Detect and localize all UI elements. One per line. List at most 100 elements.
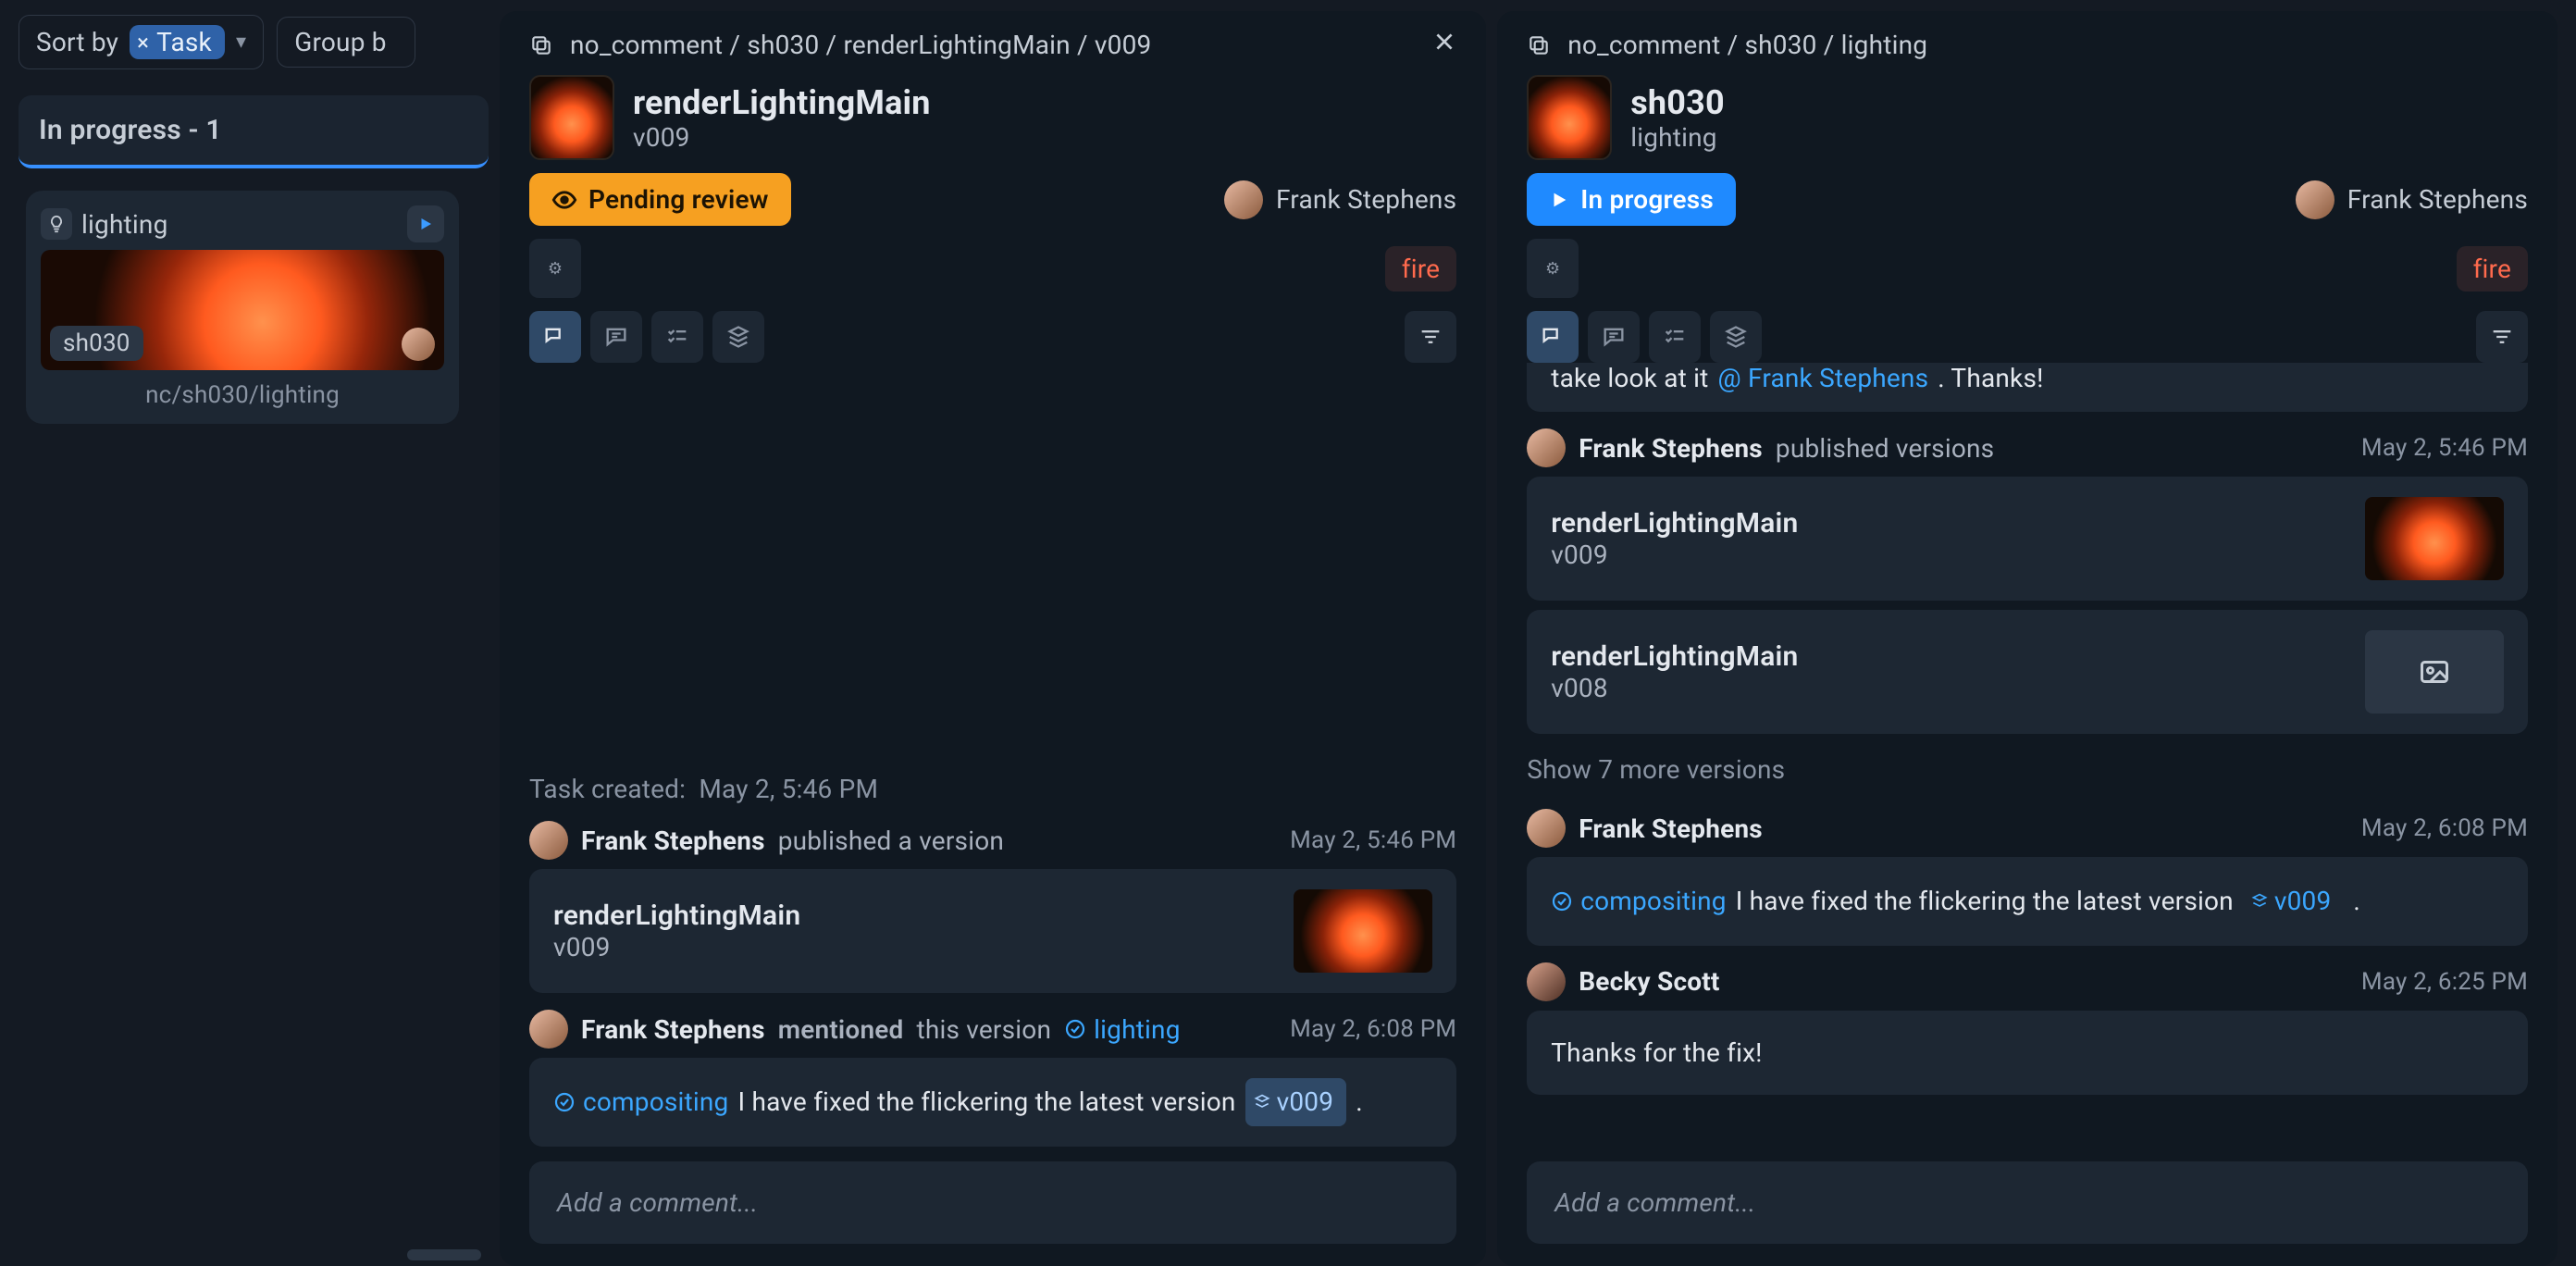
period: . [2353, 879, 2360, 924]
version-chip-label: v009 [1277, 1080, 1334, 1124]
task-chip-label: lighting [1094, 1014, 1181, 1045]
card-path: nc/sh030/lighting [41, 381, 444, 409]
filter-icon[interactable] [1405, 311, 1456, 363]
comment-input[interactable]: Add a comment... [1527, 1161, 2528, 1244]
event-user: Becky Scott [1579, 966, 1719, 997]
version-thumbnail-placeholder [2365, 630, 2504, 714]
status-pill-pending[interactable]: Pending review [529, 173, 791, 226]
task-created-label: Task created: May 2, 5:46 PM [529, 774, 1456, 804]
event-time: May 2, 5:46 PM [2361, 434, 2528, 462]
event-user: Frank Stephens [1579, 813, 1763, 844]
comment-text: I have fixed the flickering the latest v… [1736, 879, 2234, 924]
assignee[interactable]: Frank Stephens [1224, 180, 1456, 219]
card-task-label: lighting [81, 209, 168, 240]
comment-input[interactable]: Add a comment... [529, 1161, 1456, 1244]
board-column-header: In progress - 1 [19, 95, 489, 168]
comment-card: compositing I have fixed the flickering … [529, 1058, 1456, 1147]
period: . [1356, 1080, 1363, 1124]
task-chip-compositing[interactable]: compositing [1551, 879, 1727, 924]
status-label: In progress [1580, 184, 1714, 215]
event-verb-2: this version [917, 1014, 1052, 1045]
tag-fire[interactable]: fire [1385, 246, 1456, 292]
task-chip-label: compositing [1580, 879, 1727, 924]
version-chip-label: v009 [2274, 879, 2332, 924]
event-publish: Frank Stephens published a version May 2… [529, 821, 1456, 993]
avatar [529, 821, 568, 860]
event-time: May 2, 6:08 PM [2361, 814, 2528, 842]
task-card[interactable]: lighting sh030 nc/sh030/lighting [26, 191, 459, 424]
task-chip-label: compositing [583, 1080, 729, 1124]
gear-icon[interactable]: ⚙ [529, 239, 581, 298]
truncated-text: take look at it [1551, 363, 1708, 393]
tab-checklist[interactable] [651, 311, 703, 363]
event-comment: Becky Scott May 2, 6:25 PM Thanks for th… [1527, 962, 2528, 1096]
tab-comments[interactable] [1588, 311, 1640, 363]
entity-subtitle: v009 [633, 122, 931, 153]
tab-versions[interactable] [1710, 311, 1762, 363]
avatar [529, 1010, 568, 1049]
group-by-dropdown[interactable]: Group b [277, 17, 415, 68]
assignee[interactable]: Frank Stephens [2296, 180, 2528, 219]
tab-comments[interactable] [590, 311, 642, 363]
tag-fire[interactable]: fire [2457, 246, 2528, 292]
comment-text: I have fixed the flickering the latest v… [738, 1080, 1236, 1124]
event-user: Frank Stephens [1579, 433, 1763, 464]
status-label: Pending review [588, 184, 769, 215]
comment-placeholder: Add a comment... [1554, 1187, 1755, 1218]
sort-by-dropdown[interactable]: Sort by × Task ▾ [19, 15, 264, 69]
event-verb: published versions [1776, 433, 1994, 464]
tab-activity[interactable] [529, 311, 581, 363]
chevron-down-icon: ▾ [236, 31, 246, 54]
copy-path-icon[interactable] [529, 33, 553, 57]
copy-path-icon[interactable] [1527, 33, 1551, 57]
avatar [1224, 180, 1263, 219]
event-time: May 2, 6:25 PM [2361, 968, 2528, 996]
tab-versions[interactable] [712, 311, 764, 363]
activity-feed: take look at it @ Frank Stephens . Thank… [1497, 363, 2557, 1147]
version-card[interactable]: renderLightingMain v009 [1527, 477, 2528, 601]
avatar [1527, 428, 1566, 467]
truncated-after: . Thanks! [1938, 363, 2043, 393]
version-card[interactable]: renderLightingMain v008 [1527, 610, 2528, 734]
truncated-comment: take look at it @ Frank Stephens . Thank… [1527, 363, 2528, 412]
entity-title: sh030 [1630, 83, 1725, 122]
horizontal-scrollbar[interactable] [407, 1249, 481, 1260]
show-more-versions[interactable]: Show 7 more versions [1527, 751, 2528, 792]
sort-chip-label: Task [156, 27, 212, 57]
version-thumbnail [1294, 889, 1432, 973]
version-number: v009 [553, 932, 800, 962]
gear-icon[interactable]: ⚙ [1527, 239, 1579, 298]
play-icon[interactable] [407, 205, 444, 242]
comment-text: Thanks for the fix! [1551, 1031, 1762, 1075]
entity-thumbnail [529, 75, 614, 160]
version-chip[interactable]: v009 [2243, 877, 2345, 925]
assignee-name: Frank Stephens [1276, 184, 1456, 215]
sort-chip-task[interactable]: × Task [130, 25, 225, 59]
event-time: May 2, 5:46 PM [1290, 826, 1456, 854]
close-icon[interactable] [1432, 30, 1456, 60]
version-number: v008 [1551, 673, 1798, 703]
version-thumbnail [2365, 497, 2504, 580]
entity-title: renderLightingMain [633, 83, 931, 122]
filter-icon[interactable] [2476, 311, 2528, 363]
status-pill-inprogress[interactable]: In progress [1527, 173, 1736, 226]
task-chip-lighting[interactable]: lighting [1064, 1014, 1181, 1045]
version-card[interactable]: renderLightingMain v009 [529, 869, 1456, 993]
remove-sort-chip-icon[interactable]: × [137, 30, 149, 56]
entity-subtitle: lighting [1630, 122, 1725, 153]
comment-card: compositing I have fixed the flickering … [1527, 857, 2528, 946]
breadcrumb[interactable]: no_comment / sh030 / renderLightingMain … [570, 30, 1151, 60]
event-user: Frank Stephens [581, 1014, 765, 1045]
version-chip[interactable]: v009 [1245, 1078, 1347, 1126]
breadcrumb[interactable]: no_comment / sh030 / lighting [1567, 30, 1927, 60]
version-number: v009 [1551, 540, 1798, 570]
task-detail-panel: no_comment / sh030 / lighting sh030 ligh… [1497, 11, 2557, 1266]
task-chip-compositing[interactable]: compositing [553, 1080, 729, 1124]
version-name: renderLightingMain [1551, 640, 1798, 673]
event-time: May 2, 6:08 PM [1290, 1015, 1456, 1043]
tab-checklist[interactable] [1649, 311, 1701, 363]
version-name: renderLightingMain [1551, 507, 1798, 540]
tab-activity[interactable] [1527, 311, 1579, 363]
mention[interactable]: @ Frank Stephens [1718, 363, 1929, 393]
comment-placeholder: Add a comment... [557, 1187, 758, 1218]
